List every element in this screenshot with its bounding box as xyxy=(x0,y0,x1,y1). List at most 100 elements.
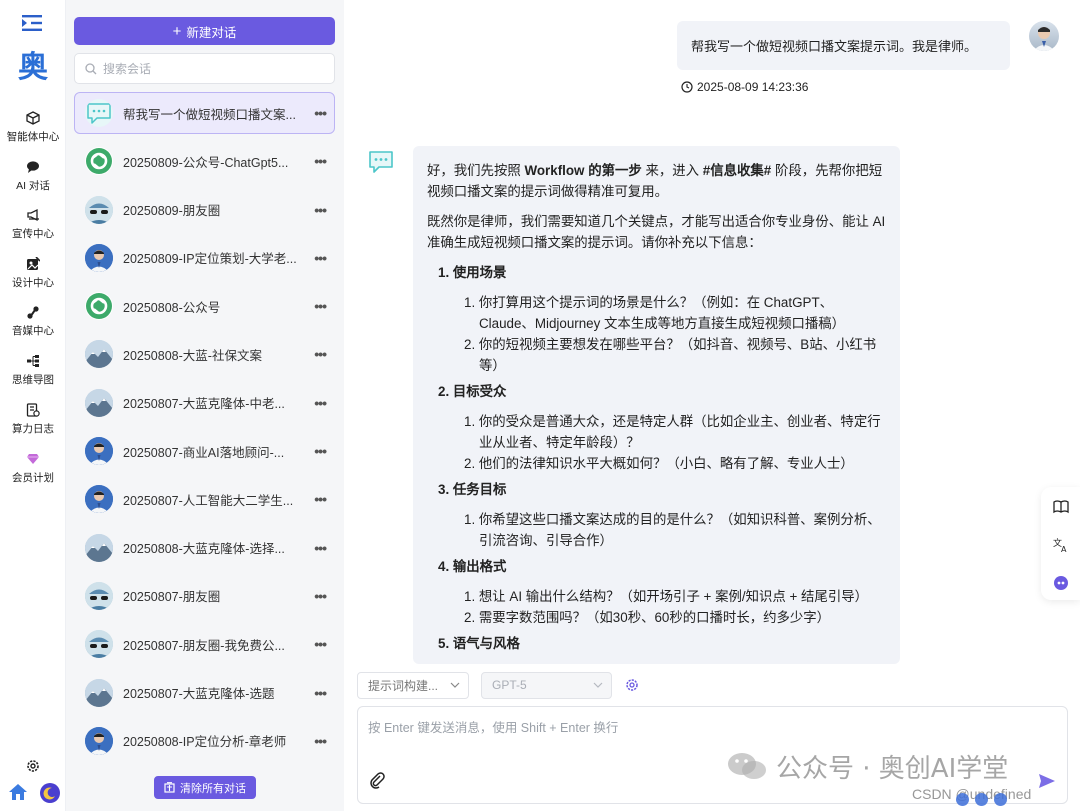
conversation-item[interactable]: 20250807-大蓝克隆体-选题 ••• xyxy=(74,672,335,714)
conversation-avatar xyxy=(85,340,113,369)
new-chat-button[interactable]: + 新建对话 xyxy=(74,17,335,45)
prompt-builder-select[interactable]: 提示词构建... xyxy=(357,671,469,699)
conversation-title: 20250807-人工智能大二学生... xyxy=(123,493,294,508)
conversation-item[interactable]: 20250807-商业AI落地顾问-... ••• xyxy=(74,430,335,472)
rail-item-label: 宣传中心 xyxy=(12,228,54,240)
conversation-title: 20250807-朋友圈-我免费公... xyxy=(123,638,285,653)
rail-item-membership[interactable]: 会员计划 xyxy=(0,452,66,485)
conversation-item[interactable]: 帮我写一个做短视频口播文案... ••• xyxy=(74,92,335,134)
bot-section-title: 3. 任务目标 xyxy=(438,482,507,497)
paperclip-icon[interactable] xyxy=(368,771,386,789)
more-options-icon[interactable]: ••• xyxy=(314,540,327,556)
mic-icon[interactable] xyxy=(975,793,988,806)
conversation-title: 20250807-大蓝克隆体-中老... xyxy=(123,397,285,412)
rail-item-design-center[interactable]: 设计中心 xyxy=(0,257,66,290)
new-chat-label: 新建对话 xyxy=(186,25,237,40)
more-options-icon[interactable]: ••• xyxy=(314,250,327,266)
rail-item-media-center[interactable]: 音媒中心 xyxy=(0,305,66,338)
conversation-item[interactable]: 20250807-朋友圈-我免费公... ••• xyxy=(74,623,335,665)
assistant-bot-icon[interactable] xyxy=(1053,575,1069,591)
watermark: 公众号 · 奥创AI学堂 xyxy=(726,748,1008,784)
clear-all-conversations-button[interactable]: 清除所有对话 xyxy=(154,776,256,799)
conversation-avatar xyxy=(85,147,113,176)
rail-item-label: 设计中心 xyxy=(12,277,54,289)
bot-section-items: 1. 想让 AI 输出什么结构？（如开场引子 + 案例/知识点 + 结尾引导） 2… xyxy=(427,586,886,628)
bot-list-item: 1. 你希望这些口播文案达成的目的是什么？（如知识科普、案例分析、引流咨询、引导… xyxy=(464,512,881,548)
trash-icon xyxy=(164,782,175,793)
log-document-icon xyxy=(26,403,40,417)
more-options-icon[interactable]: ••• xyxy=(314,443,327,459)
cube-icon xyxy=(26,111,40,125)
dark-mode-toggle[interactable] xyxy=(40,783,60,803)
conversation-item[interactable]: 20250809-朋友圈 ••• xyxy=(74,189,335,231)
conversation-item[interactable]: 20250807-人工智能大二学生... ••• xyxy=(74,478,335,520)
model-settings-gear-icon[interactable] xyxy=(624,677,640,693)
search-box xyxy=(74,53,335,84)
floating-tools-panel: 文A xyxy=(1041,487,1080,600)
home-icon[interactable] xyxy=(8,783,28,801)
conversation-sidebar: + 新建对话 帮我写一个做短视频口播文案...•••20250809-公众号-C… xyxy=(66,0,344,811)
model-select[interactable]: GPT-5 xyxy=(481,671,612,699)
conversation-title: 20250808-大蓝克隆体-选择... xyxy=(123,542,285,557)
conversation-item[interactable]: 20250807-朋友圈 ••• xyxy=(74,575,335,617)
conversation-title: 20250807-商业AI落地顾问-... xyxy=(123,445,285,460)
search-conversations-input[interactable] xyxy=(103,61,323,76)
rail-item-label: 算力日志 xyxy=(12,423,54,435)
user-message-text: 帮我写一个做短视频口播文案提示词。我是律师。 xyxy=(691,39,978,54)
conversation-avatar xyxy=(85,533,113,562)
conversation-item[interactable]: 20250808-大蓝-社保文案 ••• xyxy=(74,333,335,375)
book-icon[interactable] xyxy=(1053,499,1069,515)
chevron-down-icon xyxy=(450,682,460,688)
more-options-icon[interactable]: ••• xyxy=(314,491,327,507)
app-logo: 奥 xyxy=(18,50,48,85)
rail-item-label: 智能体中心 xyxy=(6,131,60,143)
ime-icon[interactable] xyxy=(956,793,969,806)
conversation-item[interactable]: 20250808-IP定位分析-章老师 ••• xyxy=(74,720,335,762)
more-options-icon[interactable]: ••• xyxy=(314,202,327,218)
rail-item-agent-center[interactable]: 智能体中心 xyxy=(0,111,66,144)
rail-item-ai-chat[interactable]: AI 对话 xyxy=(0,160,66,193)
more-options-icon[interactable]: ••• xyxy=(314,636,327,652)
settings-gear-icon[interactable] xyxy=(24,757,42,775)
keyboard-icon[interactable] xyxy=(994,793,1007,806)
more-options-icon[interactable]: ••• xyxy=(314,685,327,701)
conversation-avatar xyxy=(85,292,113,321)
more-options-icon[interactable]: ••• xyxy=(314,298,327,314)
rail-item-label: 会员计划 xyxy=(12,472,54,484)
bot-list-item: 1. 你的受众是普通大众，还是特定人群（比如企业主、创业者、特定行业从业者、特定… xyxy=(464,414,881,450)
more-options-icon[interactable]: ••• xyxy=(314,733,327,749)
search-icon xyxy=(85,62,97,74)
bot-list-item: 2. 需要字数范围吗？（如30秒、60秒的口播时长，约多少字） xyxy=(464,610,831,625)
conversation-item[interactable]: 20250807-大蓝克隆体-中老... ••• xyxy=(74,382,335,424)
bot-section-title: 5. 语气与风格 xyxy=(438,636,520,651)
more-options-icon[interactable]: ••• xyxy=(314,395,327,411)
conversation-item[interactable]: 20250808-公众号 ••• xyxy=(74,285,335,327)
conversation-title: 20250808-公众号 xyxy=(123,300,221,315)
conversation-item[interactable]: 20250809-IP定位策划-大学老... ••• xyxy=(74,237,335,279)
bot-chat-icon xyxy=(369,151,393,173)
rail-item-mindmap[interactable]: 思维导图 xyxy=(0,354,66,387)
rail-item-compute-log[interactable]: 算力日志 xyxy=(0,403,66,436)
more-options-icon[interactable]: ••• xyxy=(314,346,327,362)
conversation-title: 20250809-公众号-ChatGpt5... xyxy=(123,155,289,170)
send-icon[interactable] xyxy=(1038,773,1056,789)
conversation-avatar xyxy=(85,581,113,610)
chevron-down-icon xyxy=(593,682,603,688)
more-options-icon[interactable]: ••• xyxy=(314,588,327,604)
timestamp-text: 2025-08-09 14:23:36 xyxy=(697,80,809,94)
conversation-item[interactable]: 20250808-大蓝克隆体-选择... ••• xyxy=(74,527,335,569)
conversation-title: 帮我写一个做短视频口播文案... xyxy=(123,107,296,122)
more-options-icon[interactable]: ••• xyxy=(314,105,327,121)
moon-icon xyxy=(43,787,55,800)
conversation-title: 20250807-朋友圈 xyxy=(123,590,221,605)
prompt-builder-value: 提示词构建... xyxy=(368,678,439,693)
composer-selectors: 提示词构建... GPT-5 xyxy=(357,671,640,699)
more-options-icon[interactable]: ••• xyxy=(314,153,327,169)
menu-collapse-icon[interactable] xyxy=(22,14,42,32)
diamond-icon xyxy=(27,454,39,464)
translate-icon[interactable]: 文A xyxy=(1053,537,1069,553)
conversation-item[interactable]: 20250809-公众号-ChatGpt5... ••• xyxy=(74,140,335,182)
rail-item-promo-center[interactable]: 宣传中心 xyxy=(0,208,66,241)
user-message-bubble: 帮我写一个做短视频口播文案提示词。我是律师。 xyxy=(677,21,1010,70)
clock-icon xyxy=(681,81,693,93)
